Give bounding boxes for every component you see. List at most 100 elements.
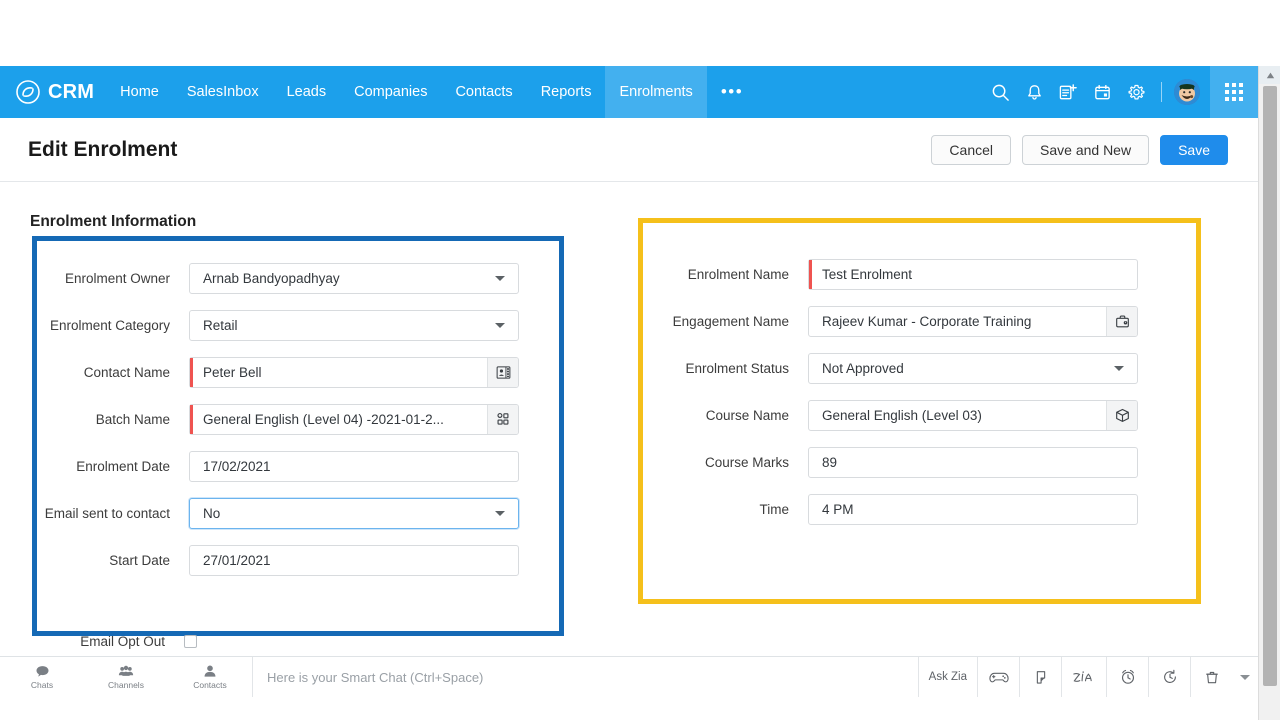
chevron-down-icon — [495, 323, 505, 328]
input-enrolment-name[interactable]: Test Enrolment — [808, 259, 1138, 290]
value-enrolment-status: Not Approved — [822, 361, 904, 376]
section-title: Enrolment Information — [30, 213, 197, 230]
chevron-down-icon — [1114, 366, 1124, 371]
lookup-engagement-name[interactable]: Rajeev Kumar - Corporate Training — [808, 306, 1138, 337]
value-email-sent-to-contact: No — [203, 506, 221, 521]
chat-tab-channels[interactable]: Channels — [84, 657, 168, 697]
select-enrolment-status[interactable]: Not Approved — [808, 353, 1138, 384]
lookup-batch-name[interactable]: General English (Level 04) -2021-01-2... — [189, 404, 519, 435]
page-actions: Cancel Save and New Save — [931, 134, 1228, 165]
label-course-name: Course Name — [705, 408, 789, 423]
game-controller-icon[interactable] — [977, 657, 1019, 697]
input-start-date[interactable]: 27/01/2021 — [189, 545, 519, 576]
channels-icon — [118, 664, 134, 679]
nav-item-salesinbox[interactable]: SalesInbox — [173, 66, 273, 118]
scrollbar-thumb[interactable] — [1263, 86, 1277, 686]
module-grid-icon[interactable] — [487, 405, 518, 434]
bottom-right-tools: Ask Zia — [917, 657, 1258, 697]
apps-grid-icon[interactable] — [1210, 66, 1258, 118]
label-course-marks: Course Marks — [704, 455, 789, 470]
navbar-actions — [983, 66, 1258, 118]
required-marker — [190, 405, 193, 434]
nav-item-contacts[interactable]: Contacts — [441, 66, 526, 118]
select-enrolment-owner[interactable]: Arnab Bandyopadhyay — [189, 263, 519, 294]
field-enrolment-name: Enrolment Name Test Enrolment — [643, 259, 1196, 290]
label-engagement-name: Engagement Name — [672, 314, 789, 329]
nav-item-enrolments[interactable]: Enrolments — [605, 66, 707, 118]
value-enrolment-date: 17/02/2021 — [203, 459, 271, 474]
label-enrolment-owner: Enrolment Owner — [64, 271, 170, 286]
input-time[interactable]: 4 PM — [808, 494, 1138, 525]
cancel-button[interactable]: Cancel — [931, 134, 1012, 165]
value-enrolment-category: Retail — [203, 318, 238, 333]
nav-item-leads[interactable]: Leads — [273, 66, 341, 118]
crm-logo-icon — [15, 79, 41, 105]
page-scrollbar[interactable] — [1258, 66, 1280, 720]
box-icon[interactable] — [1106, 401, 1137, 430]
input-enrolment-date[interactable]: 17/02/2021 — [189, 451, 519, 482]
chat-tab-contacts[interactable]: Contacts — [168, 657, 252, 697]
label-contact-name: Contact Name — [83, 365, 170, 380]
nav-item-home[interactable]: Home — [106, 66, 173, 118]
contact-card-icon[interactable] — [487, 358, 518, 387]
nav-item-reports[interactable]: Reports — [527, 66, 606, 118]
chat-tab-channels-label: Channels — [108, 680, 144, 690]
gear-icon[interactable] — [1119, 66, 1153, 118]
field-batch-name: Batch Name General English (Level 04) -2… — [37, 404, 559, 435]
field-enrolment-owner: Enrolment Owner Arnab Bandyopadhyay — [37, 263, 559, 294]
chat-tab-contacts-label: Contacts — [193, 680, 227, 690]
field-contact-name: Contact Name Peter Bell — [37, 357, 559, 388]
search-icon[interactable] — [983, 66, 1017, 118]
value-course-name: General English (Level 03) — [822, 408, 982, 423]
value-batch-name: General English (Level 04) -2021-01-2... — [203, 412, 444, 427]
field-enrolment-date: Enrolment Date 17/02/2021 — [37, 451, 559, 482]
person-icon — [203, 664, 217, 679]
nav-item-companies[interactable]: Companies — [340, 66, 441, 118]
alarm-clock-icon[interactable] — [1106, 657, 1148, 697]
field-enrolment-category: Enrolment Category Retail — [37, 310, 559, 341]
bottom-chat-bar: Chats Channels Contacts Here is your Sma… — [0, 656, 1258, 720]
chat-tab-chats[interactable]: Chats — [0, 657, 84, 697]
page-titlebar: Edit Enrolment Cancel Save and New Save — [0, 118, 1258, 182]
required-marker — [809, 260, 812, 289]
briefcase-icon[interactable] — [1106, 307, 1137, 336]
chevron-down-icon[interactable] — [1240, 674, 1250, 680]
save-button[interactable]: Save — [1160, 134, 1228, 165]
chevron-down-icon — [495, 511, 505, 516]
label-batch-name: Batch Name — [95, 412, 170, 427]
required-marker — [190, 358, 193, 387]
flag-cursor-icon[interactable] — [1019, 657, 1061, 697]
label-enrolment-status: Enrolment Status — [685, 361, 789, 376]
zia-script-icon[interactable] — [1061, 657, 1106, 697]
save-and-new-button[interactable]: Save and New — [1022, 134, 1150, 165]
value-start-date: 27/01/2021 — [203, 553, 271, 568]
enrolment-right-panel: Enrolment Name Test Enrolment Engagement… — [638, 218, 1201, 604]
nav-items: Home SalesInbox Leads Companies Contacts… — [106, 66, 757, 118]
nav-more-button[interactable]: ••• — [707, 66, 757, 118]
value-engagement-name: Rajeev Kumar - Corporate Training — [822, 314, 1032, 329]
brand[interactable]: CRM — [15, 79, 94, 105]
select-email-sent-to-contact[interactable]: No — [189, 498, 519, 529]
field-start-date: Start Date 27/01/2021 — [37, 545, 559, 576]
add-note-icon[interactable] — [1051, 66, 1085, 118]
chat-tab-chats-label: Chats — [30, 680, 54, 690]
scroll-up-arrow-icon[interactable] — [1259, 66, 1280, 84]
browser-chrome-gap — [0, 0, 1280, 66]
avatar[interactable] — [1174, 79, 1200, 105]
ask-zia-button[interactable]: Ask Zia — [917, 657, 977, 697]
trash-icon[interactable] — [1190, 657, 1232, 697]
input-course-marks[interactable]: 89 — [808, 447, 1138, 478]
smart-chat-input[interactable]: Here is your Smart Chat (Ctrl+Space) — [253, 657, 918, 697]
lookup-contact-name[interactable]: Peter Bell — [189, 357, 519, 388]
crm-edit-enrolment-page: CRM Home SalesInbox Leads Companies Cont… — [0, 0, 1280, 720]
field-time: Time 4 PM — [643, 494, 1196, 525]
lookup-course-name[interactable]: General English (Level 03) — [808, 400, 1138, 431]
chat-bubble-icon — [35, 664, 50, 679]
clock-history-icon[interactable] — [1148, 657, 1190, 697]
right-fields: Enrolment Name Test Enrolment Engagement… — [643, 223, 1196, 525]
field-course-name: Course Name General English (Level 03) — [643, 400, 1196, 431]
select-enrolment-category[interactable]: Retail — [189, 310, 519, 341]
email-opt-out-checkbox[interactable] — [184, 635, 197, 648]
calendar-icon[interactable] — [1085, 66, 1119, 118]
bell-icon[interactable] — [1017, 66, 1051, 118]
